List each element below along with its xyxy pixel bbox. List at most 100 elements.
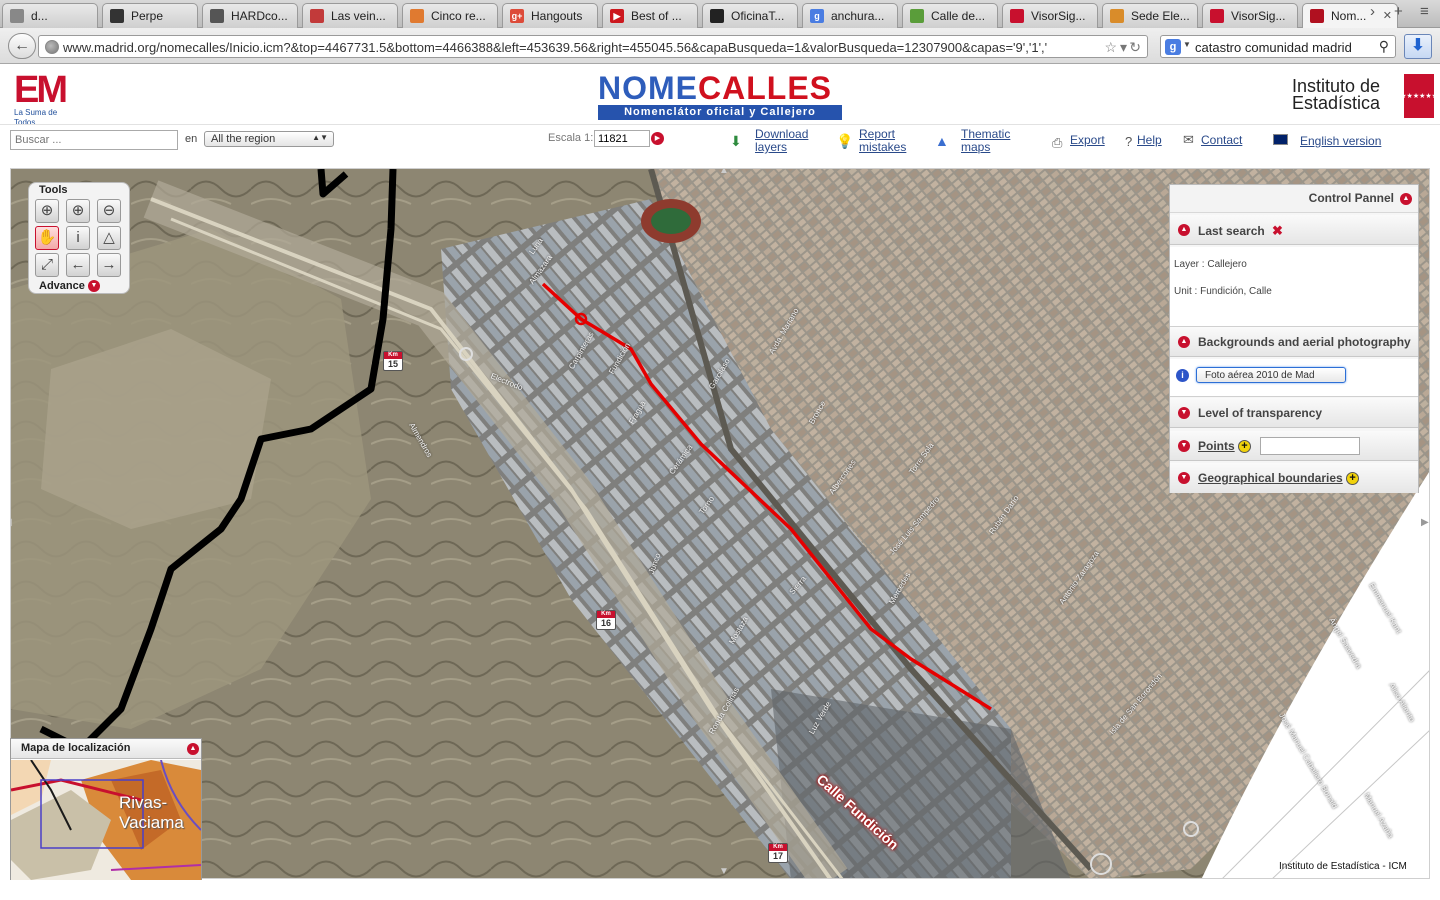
add-boundary-icon[interactable]: + <box>1346 472 1360 486</box>
url-bar[interactable]: www.madrid.org/nomecalles/Inicio.icm?&to… <box>38 35 1148 58</box>
tab-label: OficinaT... <box>731 9 785 23</box>
favicon-icon <box>1010 9 1024 23</box>
search-icon[interactable]: ⚲ <box>1379 38 1389 55</box>
scale-input[interactable] <box>594 130 650 147</box>
tab-label: d... <box>31 9 48 23</box>
favicon-icon <box>710 9 724 23</box>
bookmark-star-icon[interactable]: ☆ <box>1104 39 1117 56</box>
scale-label: Escala 1: <box>548 132 594 144</box>
clear-search-icon[interactable]: ✖ <box>1272 223 1283 238</box>
zoom-out-icon[interactable]: ⊖ <box>97 199 121 223</box>
boundaries-header[interactable]: ▼ Geographical boundaries + <box>1170 463 1418 493</box>
dropdown-icon[interactable]: ▾ <box>1119 39 1127 56</box>
nomecalles-logo[interactable]: NOMECALLES Nomenclátor oficial y Calleje… <box>598 72 846 122</box>
backgrounds-header[interactable]: ▲ Backgrounds and aerial photography <box>1170 327 1418 357</box>
pan-right-icon[interactable]: ▶ <box>1421 517 1429 528</box>
lightbulb-icon: 💡 <box>836 133 854 149</box>
info-icon[interactable]: i <box>66 226 90 250</box>
pan-left-icon[interactable]: ◀ <box>11 517 12 528</box>
em-logo[interactable]: EM La Suma de Todos <box>14 71 80 127</box>
new-tab-icon[interactable]: + <box>1394 3 1403 20</box>
locator-header[interactable]: Mapa de localización ▲ <box>11 739 201 759</box>
tab-label: Perpe <box>131 9 164 23</box>
browser-tab[interactable]: VisorSig... <box>1202 3 1298 28</box>
downloads-button[interactable]: ⬇ <box>1404 34 1432 59</box>
tab-label: VisorSig... <box>1031 9 1086 23</box>
zoom-box-icon[interactable]: ⊕ <box>35 199 59 223</box>
chevron-up-icon: ▲ <box>1400 193 1412 205</box>
map-attribution: Instituto de Estadística - ICM <box>1279 861 1407 872</box>
browser-tab[interactable]: OficinaT... <box>702 3 798 28</box>
browser-tab-bar: d... Perpe HARDco... Las vein... Cinco re...… <box>0 0 1440 28</box>
browser-tab[interactable]: Cinco re... <box>402 3 498 28</box>
tab-label: Hangouts <box>531 9 583 23</box>
thematic-maps-link[interactable]: Thematic maps <box>961 128 1010 154</box>
browser-tab[interactable]: Las vein... <box>302 3 398 28</box>
browser-tab[interactable]: HARDco... <box>202 3 298 28</box>
google-icon: g <box>1165 39 1181 55</box>
tab-scroll-icon[interactable]: › <box>1370 3 1375 20</box>
km-marker-17: Km 17 <box>768 843 788 863</box>
tab-label: Las vein... <box>331 9 386 23</box>
favicon-icon: ▶ <box>610 9 624 23</box>
backgrounds-body: i Foto aérea 2010 de Mad <box>1170 359 1418 397</box>
favicon-icon <box>310 9 324 23</box>
tab-list-icon[interactable]: ≡ <box>1420 3 1429 20</box>
help-link[interactable]: Help <box>1137 134 1162 147</box>
nomecalles-title: NOMECALLES <box>598 70 832 106</box>
browser-tab[interactable]: d... <box>2 3 98 28</box>
browser-tab[interactable]: g anchura... <box>802 3 898 28</box>
search-bar-text: catastro comunidad madrid <box>1195 40 1352 55</box>
browser-tab[interactable]: Calle de... <box>902 3 998 28</box>
points-input[interactable] <box>1260 437 1360 455</box>
map-toolbar: en All the region▲▼ Escala 1: ▶ ⬇ Downlo… <box>0 124 1440 160</box>
transparency-header[interactable]: ▼ Level of transparency <box>1170 398 1418 428</box>
back-button[interactable]: ← <box>8 33 36 59</box>
en-label: en <box>185 133 198 145</box>
tab-label: anchura... <box>831 9 885 23</box>
reload-icon[interactable]: ↻ <box>1129 39 1141 56</box>
previous-view-icon[interactable]: ← <box>66 253 90 277</box>
chevron-up-icon: ▲ <box>187 743 199 755</box>
report-mistakes-link[interactable]: Report mistakes <box>859 128 906 154</box>
full-extent-icon[interactable]: ⤢ <box>35 253 59 277</box>
advance-toggle[interactable]: Advance ▼ <box>39 280 100 293</box>
favicon-icon <box>1110 9 1124 23</box>
engine-dropdown-icon[interactable]: ▼ <box>1183 40 1191 49</box>
background-select[interactable]: Foto aérea 2010 de Mad <box>1196 367 1346 383</box>
export-link[interactable]: Export <box>1070 134 1105 147</box>
browser-tab[interactable]: ▶ Best of ... <box>602 3 698 28</box>
pan-hand-icon[interactable]: ✋ <box>35 226 59 250</box>
last-search-header[interactable]: ▲ Last search ✖ <box>1170 215 1418 245</box>
chevron-down-icon: ▼ <box>1178 472 1190 484</box>
pan-up-icon[interactable]: ▲ <box>719 169 729 176</box>
locator-map: Mapa de localización ▲ Rivas- Vaciama <box>10 738 202 880</box>
search-bar[interactable]: g ▼ catastro comunidad madrid ⚲ <box>1160 35 1396 58</box>
browser-tab[interactable]: Perpe <box>102 3 198 28</box>
browser-tab[interactable]: g+ Hangouts <box>502 3 598 28</box>
ie-logo[interactable]: Instituto de Estadística ★★★★★★★ <box>1290 74 1438 120</box>
points-header[interactable]: ▼ Points + <box>1170 431 1418 461</box>
zoom-in-icon[interactable]: ⊕ <box>66 199 90 223</box>
close-tab-icon[interactable]: ✕ <box>1383 9 1392 22</box>
next-view-icon[interactable]: → <box>97 253 121 277</box>
contact-link[interactable]: Contact <box>1201 134 1242 147</box>
browser-tab[interactable]: Nom... ✕ <box>1302 3 1398 28</box>
download-layers-link[interactable]: Download layers <box>755 128 808 154</box>
tab-label: Cinco re... <box>431 9 486 23</box>
thematic-maps-icon: ▲ <box>935 133 949 149</box>
tab-label: HARDco... <box>231 9 288 23</box>
km-marker-16: Km 16 <box>596 610 616 630</box>
control-panel-header[interactable]: Control Pannel ▲ <box>1170 185 1418 213</box>
measure-icon[interactable]: △ <box>97 226 121 250</box>
search-input[interactable] <box>10 130 178 150</box>
browser-tab[interactable]: VisorSig... <box>1002 3 1098 28</box>
scale-go-button[interactable]: ▶ <box>651 132 664 145</box>
browser-tab[interactable]: Sede Ele... <box>1102 3 1198 28</box>
english-version-link[interactable]: English version <box>1300 135 1381 148</box>
pan-down-icon[interactable]: ▼ <box>719 866 729 877</box>
region-select[interactable]: All the region ▲▼ <box>204 131 334 147</box>
info-circle-icon[interactable]: i <box>1176 369 1189 382</box>
add-point-icon[interactable]: + <box>1238 440 1252 454</box>
printer-icon: ⎙ <box>1052 135 1063 150</box>
